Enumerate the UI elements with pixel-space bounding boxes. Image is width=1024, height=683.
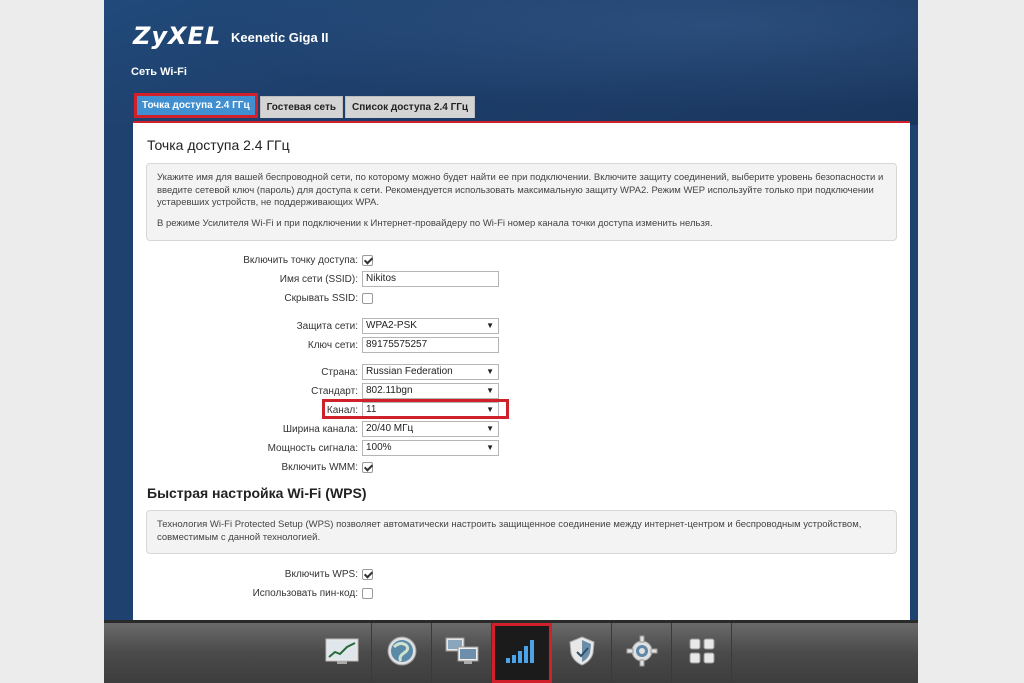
row-use-pin: Использовать пин-код:: [133, 585, 373, 601]
row-security: Защита сети: WPA2-PSK ▼: [133, 318, 499, 334]
wps-info-box: Технология Wi-Fi Protected Setup (WPS) п…: [146, 510, 897, 554]
zyxel-logo: ZyXEL: [133, 22, 222, 50]
enable-wps-checkbox[interactable]: [362, 568, 373, 580]
row-power: Мощность сигнала: 100% ▼: [133, 440, 499, 456]
monitor-chart-icon: [325, 638, 359, 669]
use-pin-checkbox[interactable]: [362, 587, 373, 599]
network-key-input[interactable]: 89175575257: [362, 337, 499, 353]
row-key: Ключ сети: 89175575257: [133, 337, 499, 353]
dock-internet-button[interactable]: [372, 623, 432, 683]
wmm-label: Включить WMM:: [281, 461, 358, 473]
wps-info-text: Технология Wi-Fi Protected Setup (WPS) п…: [157, 519, 862, 543]
row-hide-ssid: Скрывать SSID:: [133, 290, 373, 306]
settings-panel: Точка доступа 2.4 ГГц Укажите имя для ва…: [133, 121, 910, 621]
globe-icon: [386, 635, 418, 672]
ssid-input[interactable]: Nikitos: [362, 271, 499, 287]
info-box: Укажите имя для вашей беспроводной сети,…: [146, 163, 897, 241]
security-select[interactable]: WPA2-PSK ▼: [362, 318, 499, 334]
wps-title: Быстрая настройка Wi-Fi (WPS): [147, 485, 367, 501]
standard-value: 802.11bgn: [366, 385, 413, 396]
standard-select[interactable]: 802.11bgn ▼: [362, 383, 499, 399]
panel-title: Точка доступа 2.4 ГГц: [147, 137, 290, 153]
channel-width-select[interactable]: 20/40 МГц ▼: [362, 421, 499, 437]
bottom-dock: [104, 620, 918, 683]
dock-monitor-button[interactable]: [312, 623, 372, 683]
row-enable-wps: Включить WPS:: [133, 566, 373, 582]
hide-ssid-label: Скрывать SSID:: [284, 292, 358, 304]
row-ssid: Имя сети (SSID): Nikitos: [133, 271, 499, 287]
apps-grid-icon: [688, 637, 716, 670]
tab-access-list-2-4ghz[interactable]: Список доступа 2.4 ГГц: [345, 96, 476, 118]
dock-home-network-button[interactable]: [432, 623, 492, 683]
header: ZyXEL Keenetic Giga II Сеть Wi-Fi Точка …: [104, 0, 918, 125]
row-width: Ширина канала: 20/40 МГц ▼: [133, 421, 499, 437]
info-text-2: В режиме Усилителя Wi-Fi и при подключен…: [157, 217, 713, 229]
model-name: Keenetic Giga II: [231, 30, 329, 45]
router-web-interface: ZyXEL Keenetic Giga II Сеть Wi-Fi Точка …: [104, 0, 918, 683]
shield-icon: [567, 635, 597, 672]
ssid-label: Имя сети (SSID):: [279, 273, 358, 285]
dock-security-button[interactable]: [552, 623, 612, 683]
power-value: 100%: [366, 442, 392, 453]
country-label: Страна:: [321, 366, 358, 378]
country-value: Russian Federation: [366, 366, 453, 377]
key-label: Ключ сети:: [307, 339, 358, 351]
power-label: Мощность сигнала:: [267, 442, 358, 454]
enable-wps-label: Включить WPS:: [284, 568, 358, 580]
enable-ap-label: Включить точку доступа:: [243, 254, 358, 266]
dropdown-arrow-icon: ▼: [486, 321, 494, 330]
row-country: Страна: Russian Federation ▼: [133, 364, 499, 380]
security-value: WPA2-PSK: [366, 320, 417, 331]
dropdown-arrow-icon: ▼: [486, 424, 494, 433]
width-label: Ширина канала:: [282, 423, 358, 435]
tab-access-point-2-4ghz[interactable]: Точка доступа 2.4 ГГц: [134, 93, 258, 118]
dock-wifi-button[interactable]: [492, 623, 552, 683]
country-select[interactable]: Russian Federation ▼: [362, 364, 499, 380]
wmm-checkbox[interactable]: [362, 461, 373, 473]
row-enable-ap: Включить точку доступа:: [133, 252, 373, 268]
security-label: Защита сети:: [296, 320, 358, 332]
dropdown-arrow-icon: ▼: [486, 443, 494, 452]
row-standard: Стандарт: 802.11bgn ▼: [133, 383, 499, 399]
signal-power-select[interactable]: 100% ▼: [362, 440, 499, 456]
info-text-1: Укажите имя для вашей беспроводной сети,…: [157, 172, 884, 208]
dock-system-button[interactable]: [612, 623, 672, 683]
wifi-signal-icon: [504, 637, 540, 670]
gear-icon: [626, 635, 658, 672]
dropdown-arrow-icon: ▼: [486, 367, 494, 376]
use-pin-label: Использовать пин-код:: [252, 587, 358, 599]
enable-ap-checkbox[interactable]: [362, 254, 373, 266]
row-wmm: Включить WMM:: [133, 459, 373, 475]
width-value: 20/40 МГц: [366, 423, 414, 434]
dropdown-arrow-icon: ▼: [486, 386, 494, 395]
hide-ssid-checkbox[interactable]: [362, 292, 373, 304]
standard-label: Стандарт:: [311, 385, 358, 397]
tab-guest-network[interactable]: Гостевая сеть: [259, 96, 344, 118]
network-computers-icon: [444, 636, 480, 671]
section-title: Сеть Wi-Fi: [131, 66, 187, 78]
channel-highlight-box: [322, 399, 509, 419]
tab-bar: Точка доступа 2.4 ГГц Гостевая сеть Спис…: [134, 93, 477, 118]
dock-apps-button[interactable]: [672, 623, 732, 683]
